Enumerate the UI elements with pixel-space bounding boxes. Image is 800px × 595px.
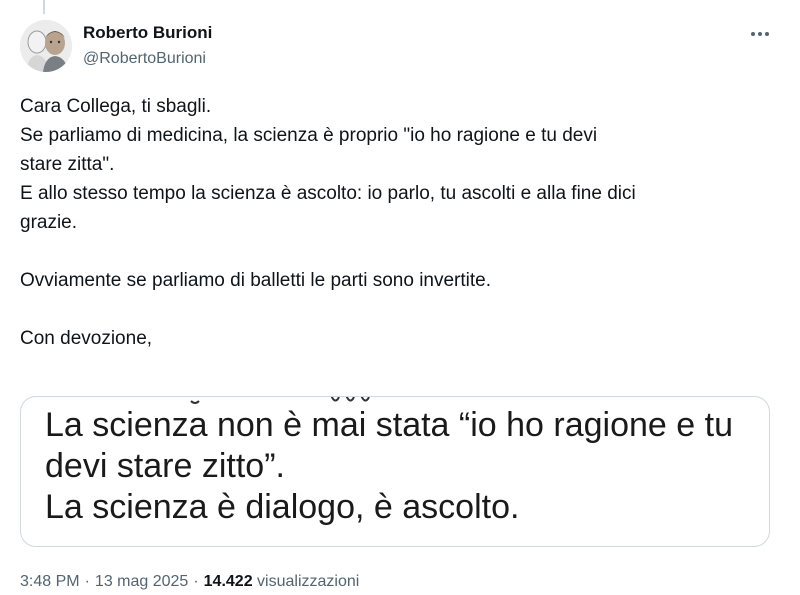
tweet-header: Roberto Burioni @RobertoBurioni	[20, 20, 780, 74]
image-text-line: devi stare zitto”.	[45, 447, 285, 485]
tweet-text-line: Cara Collega, ti sbagli.	[20, 96, 212, 117]
image-text-line: La scienza è dialogo, è ascolto.	[45, 488, 520, 526]
author-handle[interactable]: @RobertoBurioni	[83, 48, 212, 70]
more-options-button[interactable]	[748, 24, 772, 44]
author-display-name[interactable]: Roberto Burioni	[83, 22, 212, 44]
tweet-text: Cara Collega, ti sbagli. Se parliamo di …	[20, 92, 780, 353]
image-text: La scienza non è mai stata “io ho ragion…	[45, 405, 733, 528]
tweet-text-line: Ovviamente se parliamo di balletti le pa…	[20, 270, 492, 291]
avatar[interactable]	[20, 20, 72, 72]
tweet-text-line: grazie.	[20, 212, 78, 233]
tweet-text-line: E allo stesso tempo la scienza è ascolto…	[20, 183, 636, 204]
cropped-text-remnant	[190, 397, 370, 404]
tweet-text-line: Se parliamo di medicina, la scienza è pr…	[20, 125, 598, 146]
views-count: 14.422	[203, 573, 253, 590]
tweet-time[interactable]: 3:48 PM	[20, 573, 80, 590]
tweet-text-line: Con devozione,	[20, 328, 153, 349]
attached-image-card[interactable]: La scienza non è mai stata “io ho ragion…	[20, 396, 770, 547]
views-label: visualizzazioni	[257, 573, 360, 590]
tweet: Roberto Burioni @RobertoBurioni Cara Col…	[0, 0, 800, 595]
author-block: Roberto Burioni @RobertoBurioni	[83, 22, 212, 70]
tweet-meta: 3:48 PM · 13 mag 2025 · 14.422 visualizzazio…	[20, 572, 359, 592]
separator-dot: ·	[193, 573, 199, 590]
more-horizontal-icon	[751, 32, 769, 36]
separator-dot: ·	[84, 573, 90, 590]
thread-connector-line	[43, 0, 45, 14]
tweet-date[interactable]: 13 mag 2025	[95, 573, 188, 590]
image-text-line: La scienza non è mai stata “io ho ragion…	[45, 406, 733, 444]
tweet-text-line: stare zitta".	[20, 154, 115, 175]
